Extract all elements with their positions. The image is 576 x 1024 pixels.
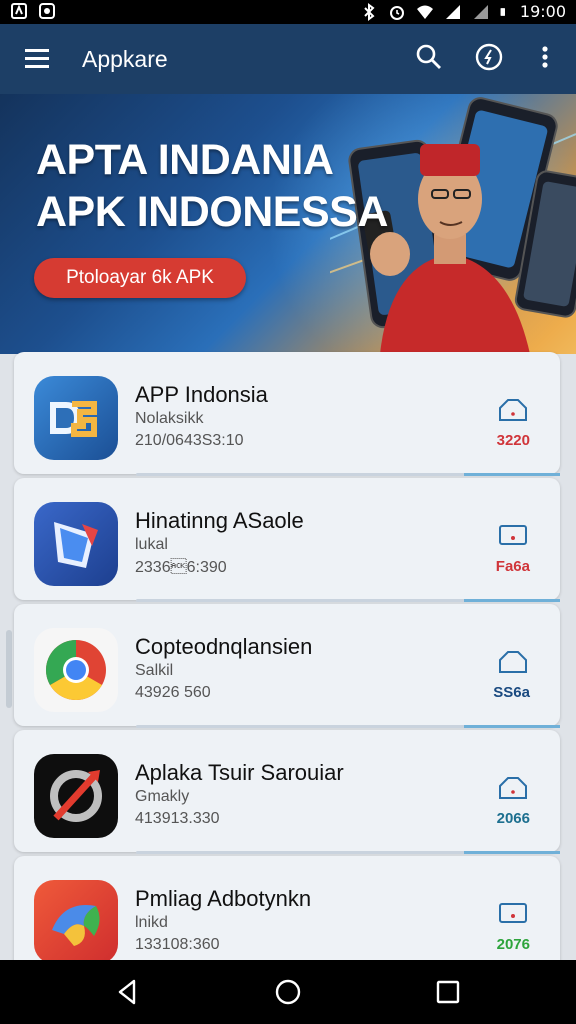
app-bar: Appkare bbox=[0, 24, 576, 94]
signal-icon bbox=[473, 4, 488, 19]
chrome-icon bbox=[34, 628, 118, 712]
status-bar: 19:00 bbox=[0, 0, 576, 24]
app-name: Copteodnqlansien bbox=[135, 634, 313, 659]
app-name: APP Indonsia bbox=[135, 382, 268, 407]
app-name: Aplaka Tsuir Sarouiar bbox=[135, 760, 344, 785]
battery-icon bbox=[500, 7, 505, 16]
app-indonsia-icon bbox=[34, 376, 118, 460]
app-subtitle: lukal bbox=[135, 536, 168, 553]
list-item[interactable]: Hinatinng ASaole lukal 23366:390 Fa6a bbox=[14, 478, 560, 602]
download-apk-button[interactable]: Ptoloayar 6k APK bbox=[34, 258, 246, 298]
hinatinng-asaole-icon bbox=[34, 502, 118, 586]
download-count: SS6a bbox=[493, 684, 530, 701]
download-icon[interactable] bbox=[496, 902, 530, 926]
list-item[interactable]: Copteodnqlansien Salkil 43926 560 SS6a bbox=[14, 604, 560, 728]
app-subtitle: lnikd bbox=[135, 914, 168, 931]
app-name: Hinatinng ASaole bbox=[135, 508, 304, 533]
banner-headline-1: APTA INDANIA bbox=[36, 136, 334, 184]
list-item[interactable]: APP Indonsia Nolaksikk 210/0643S3:10 322… bbox=[14, 352, 560, 476]
home-icon[interactable] bbox=[272, 976, 304, 1008]
back-icon[interactable] bbox=[112, 976, 144, 1008]
download-count: 2076 bbox=[496, 936, 530, 953]
app-meta: 23366:390 bbox=[135, 559, 227, 576]
download-icon[interactable] bbox=[496, 776, 530, 800]
download-count: 2066 bbox=[496, 810, 530, 827]
more-vert-icon[interactable] bbox=[530, 42, 560, 72]
promo-banner[interactable]: APTA INDANIA APK INDONESSA Ptoloayar 6k … bbox=[0, 94, 576, 354]
app-meta: 43926 560 bbox=[135, 684, 211, 701]
camera-icon bbox=[39, 3, 55, 19]
app-subtitle: Gmakly bbox=[135, 788, 190, 805]
alarm-icon bbox=[389, 5, 404, 20]
app-meta: 210/0643S3:10 bbox=[135, 432, 244, 449]
app-meta: 133108:360 bbox=[135, 936, 220, 953]
pmliag-icon bbox=[34, 880, 118, 964]
download-count: 3220 bbox=[496, 432, 530, 449]
notification-icon bbox=[11, 3, 27, 19]
search-icon[interactable] bbox=[414, 42, 444, 72]
scroll-indicator[interactable] bbox=[6, 630, 12, 708]
list-item[interactable]: Aplaka Tsuir Sarouiar Gmakly 413913.330 … bbox=[14, 730, 560, 854]
app-title: Appkare bbox=[82, 46, 168, 72]
app-subtitle: Salkil bbox=[135, 662, 174, 679]
menu-icon[interactable] bbox=[24, 46, 50, 70]
banner-headline-2: APK INDONESSA bbox=[36, 188, 388, 236]
download-count: Fa6a bbox=[495, 558, 530, 575]
download-icon[interactable] bbox=[496, 524, 530, 548]
aplaka-icon bbox=[34, 754, 118, 838]
bluetooth-icon bbox=[364, 2, 375, 21]
status-time: 19:00 bbox=[519, 2, 566, 21]
app-subtitle: Nolaksikk bbox=[135, 410, 204, 427]
navigation-bar bbox=[0, 960, 576, 1024]
app-meta: 413913.330 bbox=[135, 810, 220, 827]
app-list: APP Indonsia Nolaksikk 210/0643S3:10 322… bbox=[14, 352, 562, 978]
app-name: Pmliag Adbotynkn bbox=[135, 886, 312, 911]
signal-icon bbox=[445, 4, 460, 19]
download-icon[interactable] bbox=[496, 650, 530, 674]
history-icon[interactable] bbox=[474, 42, 504, 72]
wifi-icon bbox=[416, 5, 433, 19]
recents-icon[interactable] bbox=[432, 976, 464, 1008]
download-icon[interactable] bbox=[496, 398, 530, 422]
